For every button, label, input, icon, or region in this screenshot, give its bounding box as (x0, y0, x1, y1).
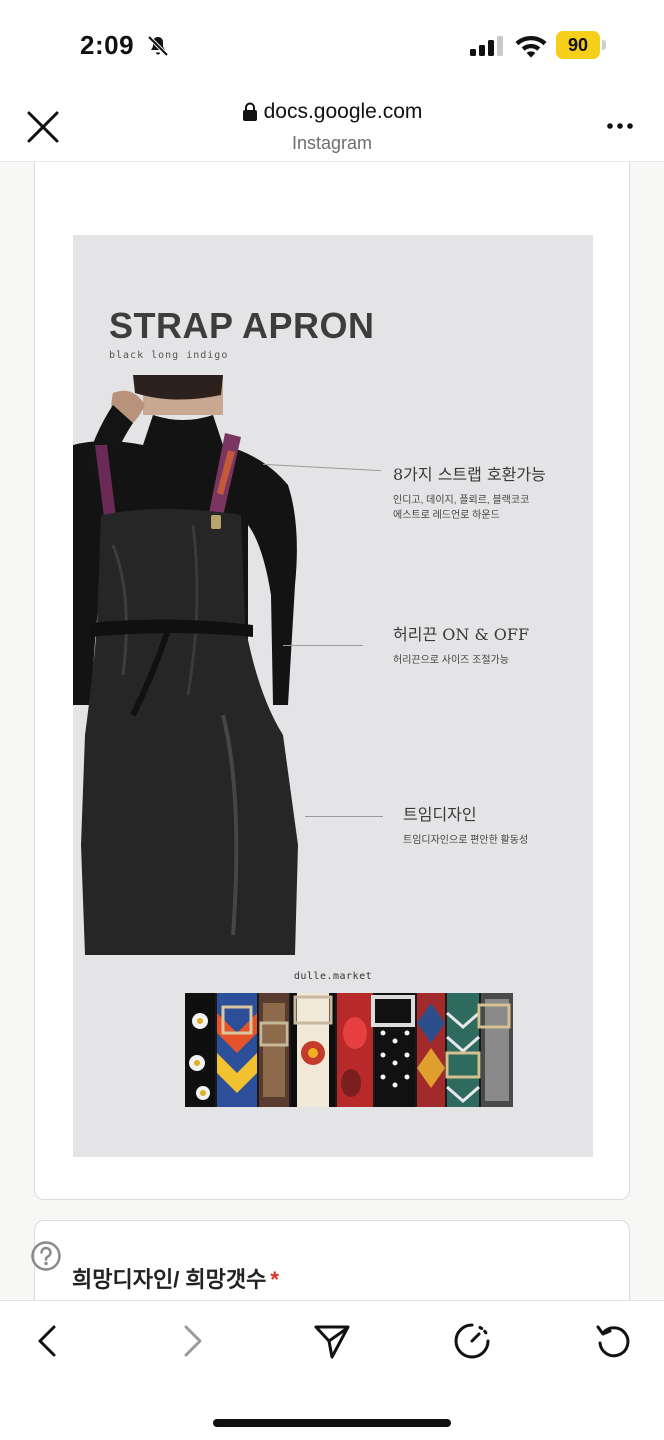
help-icon[interactable] (30, 1240, 62, 1272)
feature-desc: 인디고, 데이지, 플뢰르, 블랙코코 에스트로 레드언로 하운드 (393, 493, 546, 523)
image-card: STRAP APRON black long indigo 8가지 스트랩 호환… (34, 162, 630, 1200)
feature-slit: 트임디자인 트임디자인으로 편안한 활동성 (403, 801, 528, 848)
battery-level: 90 (556, 31, 600, 59)
lock-icon (242, 102, 257, 121)
more-icon[interactable] (600, 112, 640, 140)
signal-icon (470, 36, 503, 56)
question-title: 희망디자인/ 희망갯수 * (72, 1262, 279, 1294)
brand-label: dulle.market (293, 971, 373, 982)
feature-desc: 허리끈으로 사이즈 조절가능 (393, 653, 529, 668)
source-label: Instagram (291, 133, 373, 153)
url-text: docs.google.com (263, 100, 423, 123)
battery-tip (602, 40, 606, 50)
back-icon[interactable] (28, 1321, 68, 1361)
status-time: 2:09 (80, 30, 135, 60)
url-area[interactable]: docs.google.com Instagram (0, 100, 664, 154)
feature-strap: 8가지 스트랩 호환가능 인디고, 데이지, 플뢰르, 블랙코코 에스트로 레드… (393, 461, 546, 523)
feature-desc-line: 에스트로 레드언로 하운드 (393, 510, 500, 521)
feature-desc-line: 인디고, 데이지, 플뢰르, 블랙코코 (393, 495, 530, 506)
model-photo (73, 375, 298, 955)
question-label: 희망디자인/ 희망갯수 (72, 1267, 267, 1292)
home-indicator (213, 1419, 451, 1427)
feature-title: 트임디자인 (403, 805, 477, 824)
send-icon[interactable] (312, 1321, 352, 1361)
mute-icon (147, 35, 169, 57)
poster-title: STRAP APRON (109, 305, 375, 346)
feature-waist: 허리끈 ON & OFF 허리끈으로 사이즈 조절가능 (393, 621, 529, 668)
feature-title: 허리끈 ON & OFF (393, 625, 530, 644)
refresh-icon[interactable] (594, 1321, 634, 1361)
browser-toolbar (0, 1300, 664, 1440)
wifi-icon (515, 36, 547, 58)
battery-indicator: 90 (556, 31, 606, 59)
product-poster-image: STRAP APRON black long indigo 8가지 스트랩 호환… (73, 235, 593, 1157)
poster-subtitle: black long indigo (109, 350, 229, 361)
feature-desc-line: 트임디자인으로 편안한 활동성 (403, 835, 529, 846)
browser-header: docs.google.com Instagram (0, 90, 664, 162)
feature-desc-line: 허리끈으로 사이즈 조절가능 (393, 655, 509, 666)
strap-swatches-image (185, 993, 513, 1107)
feature-leader-2 (283, 645, 363, 646)
feature-title: 8가지 스트랩 호환가능 (393, 465, 546, 484)
feature-leader-3 (305, 816, 383, 817)
status-bar: 2:09 90 (0, 0, 664, 90)
timer-icon[interactable] (452, 1321, 492, 1361)
feature-desc: 트임디자인으로 편안한 활동성 (403, 833, 528, 848)
form-content[interactable]: STRAP APRON black long indigo 8가지 스트랩 호환… (0, 162, 664, 1300)
required-mark: * (270, 1267, 279, 1292)
forward-icon[interactable] (172, 1321, 212, 1361)
